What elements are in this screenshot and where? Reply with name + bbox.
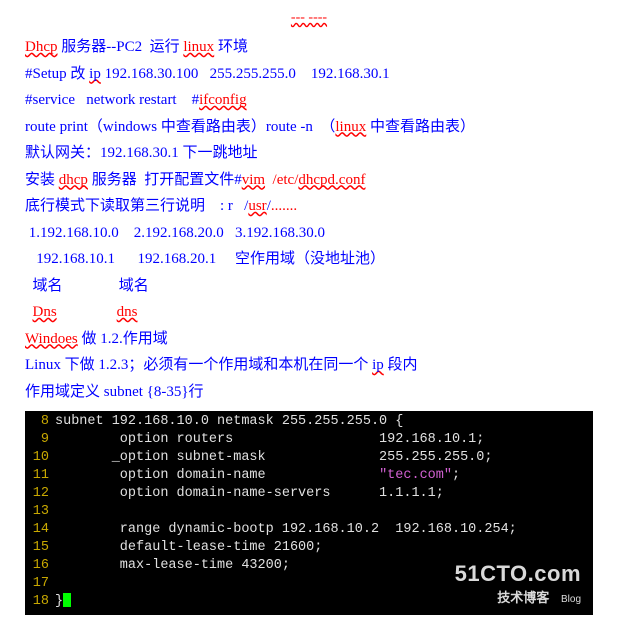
text-segment: 192.168.30.100 255.255.255.0 192.168.30.…: [101, 66, 390, 82]
text-line: Dns dns: [25, 301, 593, 324]
terminal-text: max-lease-time 43200;: [55, 558, 290, 573]
text-segment: 环境: [214, 39, 248, 55]
text-line: Windoes 做 1.2.作用域: [25, 328, 593, 351]
text-segment: #Setup 改: [25, 66, 89, 82]
watermark-sub: 技术博客: [497, 590, 549, 605]
line-number: 14: [25, 521, 55, 539]
text-line: #Setup 改 ip 192.168.30.100 255.255.255.0…: [25, 63, 593, 86]
text-segment: Dns: [33, 304, 57, 320]
watermark-main: 51CTO.com: [455, 559, 581, 589]
line-number: 12: [25, 485, 55, 503]
watermark: 51CTO.com 技术博客 Blog: [455, 559, 581, 607]
line-number: 18: [25, 593, 55, 611]
text-segment: linux: [183, 39, 214, 55]
terminal-line: 10 _option subnet-mask 255.255.255.0;: [25, 449, 593, 467]
text-segment: linux: [335, 119, 366, 135]
text-line: 作用域定义 subnet {8-35}行: [25, 381, 593, 404]
text-segment: dhcp: [59, 172, 88, 188]
text-segment: 服务器 打开配置文件#: [88, 172, 242, 188]
text-line: 域名 域名: [25, 275, 593, 298]
terminal-text: default-lease-time 21600;: [55, 540, 322, 555]
text-segment: Windoes: [25, 331, 78, 347]
text-segment: [57, 304, 117, 320]
terminal-text: }: [55, 594, 63, 609]
text-segment: #service network restart #: [25, 92, 199, 108]
text-line: route print（windows 中查看路由表）route -n （lin…: [25, 116, 593, 139]
text-segment: ip: [89, 66, 101, 82]
text-segment: 段内: [384, 357, 418, 373]
text-line: 默认网关：192.168.30.1 下一跳地址: [25, 142, 593, 165]
text-line: Dhcp 服务器--PC2 运行 linux 环境: [25, 36, 593, 59]
terminal-line: 8subnet 192.168.10.0 netmask 255.255.255…: [25, 413, 593, 431]
terminal-text: option domain-name: [55, 468, 379, 483]
terminal-line: 9 option routers 192.168.10.1;: [25, 431, 593, 449]
text-segment: 默认网关：192.168.30.1 下一跳地址: [25, 145, 258, 161]
line-number: 8: [25, 413, 55, 431]
text-segment: 192.168.10.1 192.168.20.1 空作用域（没地址池）: [25, 251, 385, 267]
terminal-line: 14 range dynamic-bootp 192.168.10.2 192.…: [25, 521, 593, 539]
terminal-block: 8subnet 192.168.10.0 netmask 255.255.255…: [25, 411, 593, 615]
text-line: 底行模式下读取第三行说明 : r /usr/.......: [25, 195, 593, 218]
text-segment: route print（windows 中查看路由表）route -n （: [25, 119, 335, 135]
text-segment: dhcpd.conf: [298, 172, 365, 188]
text-line: 安装 dhcp 服务器 打开配置文件#vim /etc/dhcpd.conf: [25, 169, 593, 192]
line-number: 9: [25, 431, 55, 449]
text-segment: dns: [117, 304, 138, 320]
text-segment: 底行模式下读取第三行说明 : r /: [25, 198, 248, 214]
terminal-line: 11 option domain-name "tec.com";: [25, 467, 593, 485]
terminal-line: 13: [25, 503, 593, 521]
text-line: 1.192.168.10.0 2.192.168.20.0 3.192.168.…: [25, 222, 593, 245]
cursor-icon: [63, 593, 71, 607]
terminal-line: 15 default-lease-time 21600;: [25, 539, 593, 557]
text-segment: Linux 下做 1.2.3；必须有一个作用域和本机在同一个: [25, 357, 372, 373]
text-segment: vim: [242, 172, 265, 188]
text-segment: [25, 304, 33, 320]
text-segment: 安装: [25, 172, 59, 188]
terminal-text: option routers 192.168.10.1;: [55, 432, 484, 447]
terminal-string: "tec.com": [379, 468, 452, 483]
terminal-line: 12 option domain-name-servers 1.1.1.1;: [25, 485, 593, 503]
text-line: 192.168.10.1 192.168.20.1 空作用域（没地址池）: [25, 248, 593, 271]
text-segment: 中查看路由表）: [366, 119, 475, 135]
line-number: 10: [25, 449, 55, 467]
text-segment: 作用域定义 subnet {8-35}行: [25, 384, 204, 400]
text-segment: 域名 域名: [25, 278, 149, 294]
text-segment: 1.192.168.10.0 2.192.168.20.0 3.192.168.…: [25, 225, 325, 241]
text-segment: 服务器--PC2 运行: [58, 39, 184, 55]
top-fragment: --- ----: [25, 10, 593, 26]
line-number: 17: [25, 575, 55, 593]
terminal-text: ;: [452, 468, 460, 483]
line-number: 13: [25, 503, 55, 521]
watermark-blog: Blog: [561, 594, 581, 605]
terminal-text: subnet 192.168.10.0 netmask 255.255.255.…: [55, 414, 403, 429]
text-segment: ifconfig: [199, 92, 246, 108]
line-number: 16: [25, 557, 55, 575]
text-segment: Dhcp: [25, 39, 58, 55]
text-segment: ip: [372, 357, 384, 373]
terminal-text: range dynamic-bootp 192.168.10.2 192.168…: [55, 522, 517, 537]
text-segment: .......: [271, 198, 297, 214]
document-body: Dhcp 服务器--PC2 运行 linux 环境 #Setup 改 ip 192…: [25, 36, 593, 403]
terminal-text: option domain-name-servers 1.1.1.1;: [55, 486, 444, 501]
line-number: 11: [25, 467, 55, 485]
text-segment: /etc/: [273, 172, 299, 188]
text-segment: 做 1.2.作用域: [78, 331, 168, 347]
text-line: #service network restart #ifconfig: [25, 89, 593, 112]
text-line: Linux 下做 1.2.3；必须有一个作用域和本机在同一个 ip 段内: [25, 354, 593, 377]
text-segment: usr: [248, 198, 266, 214]
line-number: 15: [25, 539, 55, 557]
text-segment: [265, 172, 273, 188]
terminal-text: _option subnet-mask 255.255.255.0;: [55, 450, 492, 465]
